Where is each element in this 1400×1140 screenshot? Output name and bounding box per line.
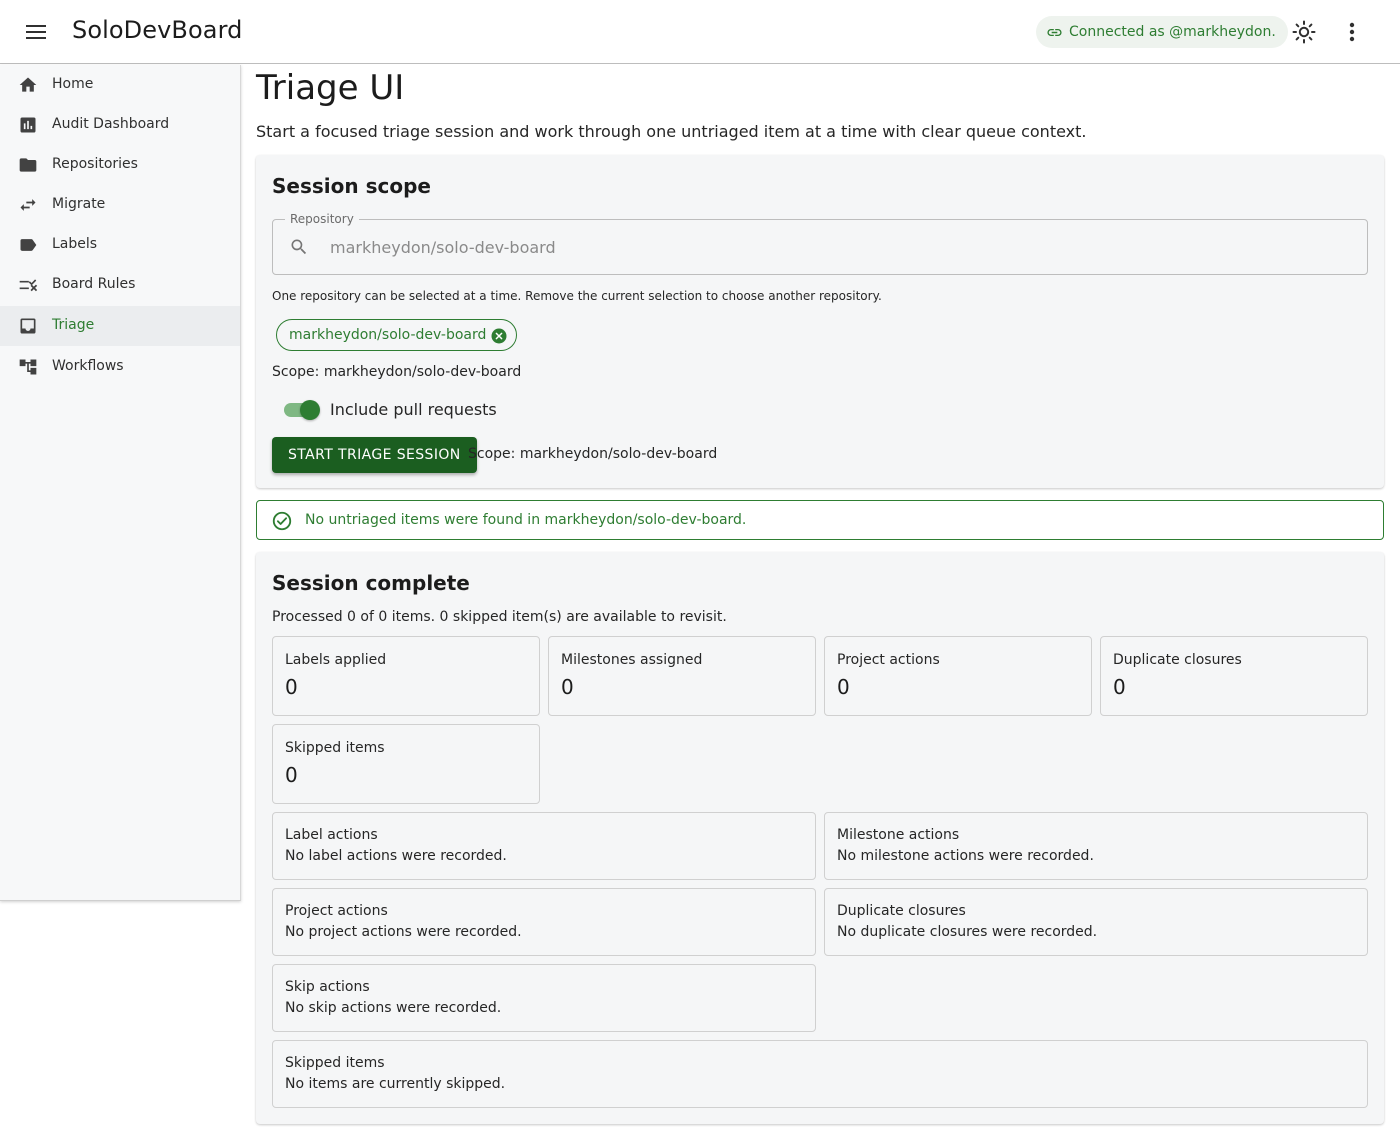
connection-status-chip: Connected as @markheydon. [1036, 16, 1288, 48]
stat-value: 0 [561, 675, 574, 699]
workflow-icon [19, 359, 37, 375]
action-text: No project actions were recorded. [285, 924, 522, 940]
stat-label: Labels applied [285, 652, 387, 668]
repository-helper-text: One repository can be selected at a time… [272, 289, 882, 303]
stat-value: 0 [285, 763, 298, 787]
label-icon [20, 239, 37, 251]
stat-duplicate-closures: Duplicate closures 0 [1100, 636, 1368, 716]
link-icon [1047, 28, 1062, 36]
more-options-button[interactable] [1334, 14, 1370, 50]
action-label: Milestone actions [837, 827, 960, 843]
sidebar-item-home[interactable]: Home [0, 65, 240, 105]
stat-value: 0 [285, 675, 298, 699]
sidebar-item-labels[interactable]: Labels [0, 225, 240, 265]
stat-label: Duplicate closures [1113, 652, 1242, 668]
project-actions-box: Project actions No project actions were … [272, 888, 816, 956]
sidebar-item-label: Triage [52, 317, 95, 333]
repository-field-label: Repository [285, 212, 359, 226]
selected-repository-chip: markheydon/solo-dev-board [276, 319, 518, 351]
sidebar-item-workflows[interactable]: Workflows [0, 347, 240, 387]
action-label: Duplicate closures [837, 903, 966, 919]
switch-thumb [300, 400, 320, 420]
repository-search-input[interactable] [330, 233, 1330, 261]
inbox-icon [20, 318, 36, 334]
sidebar-item-audit-dashboard[interactable]: Audit Dashboard [0, 105, 240, 145]
stat-project-actions: Project actions 0 [824, 636, 1092, 716]
sidebar-item-label: Repositories [52, 156, 138, 172]
sidebar-item-label: Migrate [52, 196, 106, 212]
theme-toggle-button[interactable] [1286, 14, 1322, 50]
action-label: Skipped items [285, 1055, 385, 1071]
sidebar-item-triage[interactable]: Triage [0, 306, 240, 346]
action-label: Skip actions [285, 979, 370, 995]
app-bar: SoloDevBoard Connected as @markheydon. [0, 0, 1400, 64]
sidebar-item-label: Audit Dashboard [52, 116, 170, 132]
label-actions-box: Label actions No label actions were reco… [272, 812, 816, 880]
sidebar-item-label: Labels [52, 236, 98, 252]
stat-value: 0 [1113, 675, 1126, 699]
session-complete-title: Session complete [272, 571, 470, 595]
sidebar-item-label: Board Rules [52, 276, 136, 292]
sidebar-item-label: Home [52, 76, 94, 92]
rule-icon [19, 279, 38, 292]
start-triage-session-button[interactable]: START TRIAGE SESSION [272, 437, 477, 473]
hamburger-menu-icon [26, 25, 46, 39]
remove-chip-icon[interactable] [490, 327, 508, 345]
more-vertical-icon [1349, 22, 1355, 42]
action-text: No milestone actions were recorded. [837, 848, 1094, 864]
sidebar-item-repositories[interactable]: Repositories [0, 145, 240, 185]
session-scope-card: Session scope Repository One repository … [256, 155, 1384, 488]
swap-icon [20, 199, 36, 211]
sidebar-item-board-rules[interactable]: Board Rules [0, 265, 240, 305]
session-scope-title: Session scope [272, 174, 431, 198]
page-description: Start a focused triage session and work … [256, 122, 1087, 141]
milestone-actions-box: Milestone actions No milestone actions w… [824, 812, 1368, 880]
chart-icon [20, 117, 36, 133]
sidebar-item-label: Workflows [52, 358, 124, 374]
stat-skipped-items: Skipped items 0 [272, 724, 540, 804]
action-text: No duplicate closures were recorded. [837, 924, 1098, 940]
connection-status-label: Connected as @markheydon. [1069, 24, 1276, 40]
stat-labels-applied: Labels applied 0 [272, 636, 540, 716]
sidebar-nav: Home Audit Dashboard Repositories Migrat… [0, 65, 241, 901]
repository-field: Repository [272, 212, 1368, 275]
menu-button[interactable] [18, 17, 54, 47]
app-title: SoloDevBoard [72, 16, 243, 44]
skip-actions-box: Skip actions No skip actions were record… [272, 964, 816, 1032]
action-text: No label actions were recorded. [285, 848, 507, 864]
selected-repository-label: markheydon/solo-dev-board [289, 327, 487, 343]
check-circle-icon [272, 511, 292, 531]
scope-summary-text: Scope: markheydon/solo-dev-board [272, 364, 522, 380]
duplicate-closures-box: Duplicate closures No duplicate closures… [824, 888, 1368, 956]
page-title: Triage UI [256, 68, 405, 108]
include-pull-requests-label: Include pull requests [330, 400, 497, 419]
include-pull-requests-switch[interactable] [282, 399, 320, 421]
button-scope-text: Scope: markheydon/solo-dev-board [468, 446, 718, 462]
folder-icon [19, 158, 37, 172]
stat-label: Milestones assigned [561, 652, 703, 668]
action-label: Project actions [285, 903, 388, 919]
success-alert-text: No untriaged items were found in markhey… [305, 512, 747, 528]
stat-label: Skipped items [285, 740, 385, 756]
home-icon [19, 77, 37, 92]
action-text: No items are currently skipped. [285, 1076, 506, 1092]
search-icon [291, 239, 307, 255]
sun-icon [1292, 20, 1316, 44]
sidebar-item-migrate[interactable]: Migrate [0, 185, 240, 225]
stat-value: 0 [837, 675, 850, 699]
success-alert: No untriaged items were found in markhey… [256, 500, 1384, 540]
stat-label: Project actions [837, 652, 940, 668]
stat-milestones-assigned: Milestones assigned 0 [548, 636, 816, 716]
processed-summary-text: Processed 0 of 0 items. 0 skipped item(s… [272, 609, 727, 625]
skipped-items-box: Skipped items No items are currently ski… [272, 1040, 1368, 1108]
action-label: Label actions [285, 827, 378, 843]
action-text: No skip actions were recorded. [285, 1000, 502, 1016]
session-complete-card: Session complete Processed 0 of 0 items.… [256, 552, 1384, 1124]
